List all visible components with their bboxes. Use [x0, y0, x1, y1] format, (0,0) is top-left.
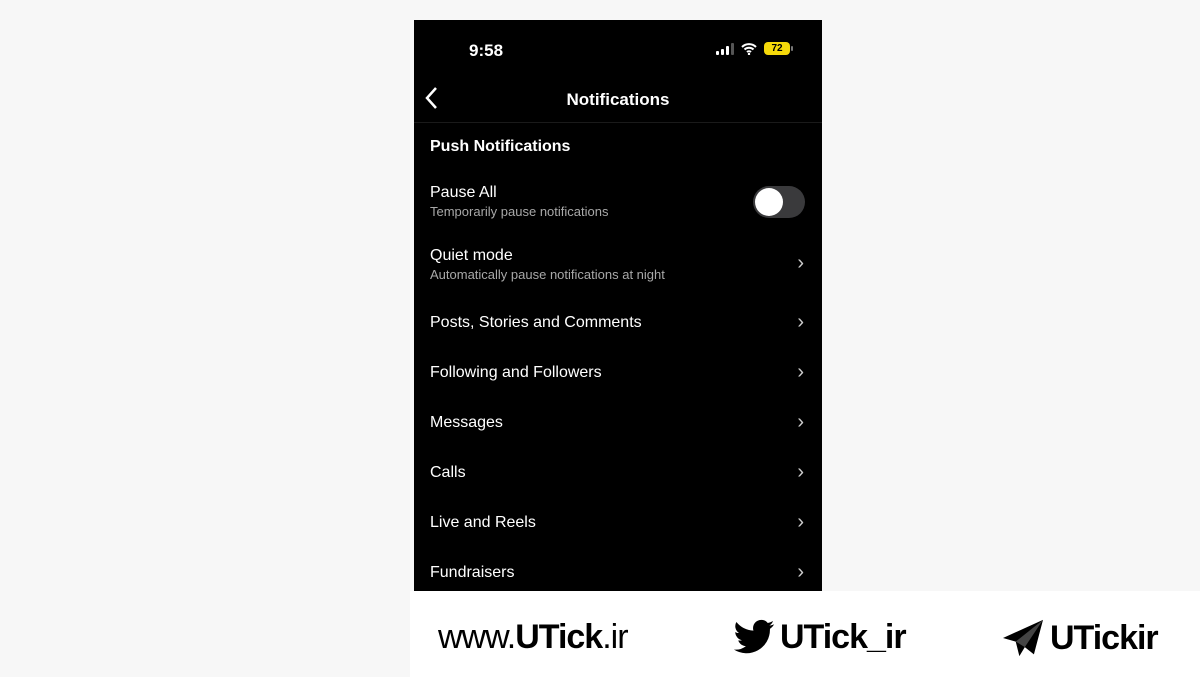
twitter-icon — [733, 619, 775, 653]
settings-item-label: Calls — [430, 464, 466, 481]
settings-item[interactable]: Calls › — [414, 449, 822, 499]
page-title: Notifications — [566, 90, 670, 109]
website-link: www.UTick.ir — [438, 618, 629, 657]
status-time: 9:58 — [469, 41, 504, 60]
battery-indicator: 72 — [764, 42, 793, 55]
telegram-handle: UTickir — [1000, 618, 1159, 658]
settings-item[interactable]: Posts, Stories and Comments › — [414, 299, 822, 349]
phone-screen: 9:58 72 Notifications Push Notifications… — [414, 20, 822, 591]
settings-item[interactable]: Live and Reels › — [414, 499, 822, 549]
chevron-right-icon: › — [797, 411, 804, 433]
chevron-right-icon: › — [797, 311, 804, 333]
pause-all-label: Pause All — [430, 184, 497, 201]
telegram-icon — [1003, 619, 1043, 657]
chevron-right-icon: › — [797, 252, 804, 274]
signal-icon — [716, 42, 734, 55]
chevron-right-icon: › — [797, 511, 804, 533]
quiet-mode-sub: Automatically pause notifications at nig… — [430, 267, 665, 282]
pause-all-toggle[interactable] — [753, 186, 805, 218]
settings-item-label: Fundraisers — [430, 564, 515, 581]
quiet-mode-label: Quiet mode — [430, 247, 513, 264]
website-brand: UTick — [515, 618, 603, 656]
chevron-right-icon: › — [797, 461, 804, 483]
section-title: Push Notifications — [430, 138, 571, 155]
settings-item[interactable]: Messages › — [414, 399, 822, 449]
website-suffix: .ir — [602, 618, 628, 656]
footer-banner: www.UTick.ir UTick_ir UTickir — [410, 591, 1200, 677]
wifi-icon — [741, 42, 757, 55]
settings-item-label: Posts, Stories and Comments — [430, 314, 642, 331]
telegram-handle-text: UTickir — [1050, 618, 1159, 657]
website-prefix: www. — [438, 618, 516, 656]
settings-item-label: Following and Followers — [430, 364, 602, 381]
settings-item-label: Live and Reels — [430, 514, 536, 531]
status-icons: 72 — [716, 42, 793, 55]
pause-all-sub: Temporarily pause notifications — [430, 204, 609, 219]
chevron-right-icon: › — [797, 561, 804, 583]
chevron-right-icon: › — [797, 361, 804, 383]
quiet-mode-row[interactable]: Quiet mode Automatically pause notificat… — [414, 242, 822, 292]
toggle-knob — [755, 188, 783, 216]
settings-item-label: Messages — [430, 414, 503, 431]
twitter-handle: UTick_ir — [732, 618, 907, 657]
settings-item[interactable]: Fundraisers › — [414, 549, 822, 591]
header-divider — [414, 122, 822, 123]
twitter-handle-text: UTick_ir — [780, 618, 907, 656]
settings-item[interactable]: Following and Followers › — [414, 349, 822, 399]
